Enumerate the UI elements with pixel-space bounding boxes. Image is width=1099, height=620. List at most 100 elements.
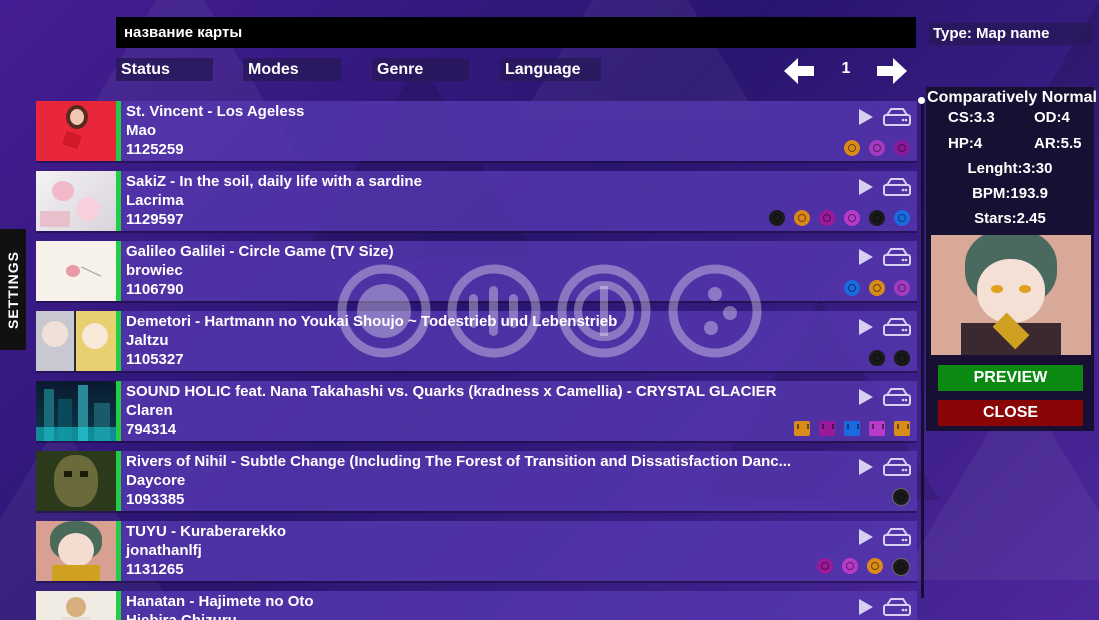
mania-difficulty-icon[interactable] <box>844 421 860 436</box>
language-filter-button[interactable]: Language <box>500 58 601 81</box>
beatmap-thumbnail <box>36 381 116 441</box>
catch-difficulty-icon[interactable] <box>869 210 885 226</box>
play-preview-icon[interactable] <box>859 459 873 475</box>
osu-difficulty-icon[interactable] <box>844 140 860 156</box>
osu-difficulty-icon[interactable] <box>892 488 910 506</box>
difficulty-name: Comparatively Normal <box>927 89 1097 106</box>
beatmap-thumbnail <box>36 521 116 581</box>
status-filter-button[interactable]: Status <box>116 58 213 81</box>
beatmap-title: TUYU - Kuraberarekko <box>126 523 287 540</box>
stat-stars: Stars:2.45 <box>974 210 1046 227</box>
osu-difficulty-icon[interactable] <box>894 140 910 156</box>
beatmap-row[interactable]: Demetori - Hartmann no Youkai Shoujo ~ T… <box>36 311 917 371</box>
beatmap-title: SakiZ - In the soil, daily life with a s… <box>126 173 422 190</box>
beatmap-row[interactable]: TUYU - Kuraberarekko jonathanlfj 1131265 <box>36 521 917 581</box>
catch-difficulty-icon[interactable] <box>894 210 910 226</box>
beatmap-id: 1093385 <box>126 491 185 508</box>
difficulty-list <box>769 210 910 226</box>
beatmap-title: Rivers of Nihil - Subtle Change (Includi… <box>126 453 792 470</box>
osu-difficulty-icon[interactable] <box>869 140 885 156</box>
search-field[interactable] <box>116 17 916 48</box>
beatmap-row[interactable]: SOUND HOLIC feat. Nana Takahashi vs. Qua… <box>36 381 917 441</box>
osu-difficulty-icon[interactable] <box>892 558 910 576</box>
beatmap-title: Demetori - Hartmann no Youkai Shoujo ~ T… <box>126 313 618 330</box>
catch-difficulty-icon[interactable] <box>844 210 860 226</box>
stat-ar: AR:5.5 <box>1034 135 1082 152</box>
osu-difficulty-icon[interactable] <box>869 280 885 296</box>
beatmap-thumbnail <box>36 241 116 301</box>
genre-filter-button[interactable]: Genre <box>372 58 469 81</box>
beatmap-mapper: browiec <box>126 262 183 279</box>
beatmap-mapper: jonathanlfj <box>126 542 202 559</box>
page-number: 1 <box>841 60 851 77</box>
stat-cs: CS:3.3 <box>948 109 995 126</box>
beatmap-thumbnail <box>36 311 116 371</box>
download-drive-icon[interactable] <box>883 248 911 266</box>
stat-bpm: BPM:193.9 <box>972 185 1048 202</box>
stat-length: Lenght:3:30 <box>967 160 1053 177</box>
beatmap-mapper: Jaltzu <box>126 332 169 349</box>
osu-difficulty-icon[interactable] <box>842 558 858 574</box>
play-preview-icon[interactable] <box>859 319 873 335</box>
download-drive-icon[interactable] <box>883 318 911 336</box>
play-preview-icon[interactable] <box>859 529 873 545</box>
download-drive-icon[interactable] <box>883 458 911 476</box>
beatmap-id: 1105327 <box>126 351 184 368</box>
osu-difficulty-icon[interactable] <box>817 558 833 574</box>
beatmap-row[interactable]: Rivers of Nihil - Subtle Change (Includi… <box>36 451 917 511</box>
beatmap-thumbnail <box>36 101 116 161</box>
taiko-difficulty-icon[interactable] <box>869 350 885 366</box>
beatmap-title: St. Vincent - Los Ageless <box>126 103 305 120</box>
stat-od: OD:4 <box>1034 109 1070 126</box>
beatmap-row[interactable]: SakiZ - In the soil, daily life with a s… <box>36 171 917 231</box>
difficulty-list <box>844 140 910 156</box>
beatmap-id: 1131265 <box>126 561 184 578</box>
download-drive-icon[interactable] <box>883 108 911 126</box>
beatmap-mapper: Hiebira Chizuru <box>126 611 917 620</box>
catch-difficulty-icon[interactable] <box>769 210 785 226</box>
play-preview-icon[interactable] <box>859 179 873 195</box>
difficulty-list <box>869 350 910 366</box>
beatmap-id: 1106790 <box>126 281 184 298</box>
catch-difficulty-icon[interactable] <box>794 210 810 226</box>
difficulty-list <box>892 488 910 506</box>
beatmap-row[interactable]: St. Vincent - Los Ageless Mao 1125259 <box>36 101 917 161</box>
mania-difficulty-icon[interactable] <box>894 421 910 436</box>
next-page-arrow-icon[interactable] <box>875 56 909 86</box>
beatmap-mapper: Mao <box>126 122 156 139</box>
preview-button[interactable]: PREVIEW <box>938 365 1083 391</box>
play-preview-icon[interactable] <box>859 599 873 615</box>
close-button[interactable]: CLOSE <box>938 400 1083 426</box>
download-drive-icon[interactable] <box>883 178 911 196</box>
mania-difficulty-icon[interactable] <box>869 421 885 436</box>
download-drive-icon[interactable] <box>883 388 911 406</box>
osu-difficulty-icon[interactable] <box>894 280 910 296</box>
beatmap-cover-image <box>931 235 1091 355</box>
catch-difficulty-icon[interactable] <box>819 210 835 226</box>
play-preview-icon[interactable] <box>859 389 873 405</box>
beatmap-list: St. Vincent - Los Ageless Mao 1125259 Sa… <box>36 101 917 620</box>
beatmap-mapper: Lacrima <box>126 192 184 209</box>
play-preview-icon[interactable] <box>859 109 873 125</box>
osu-difficulty-icon[interactable] <box>844 280 860 296</box>
download-drive-icon[interactable] <box>883 598 911 616</box>
beatmap-mapper: Claren <box>126 402 173 419</box>
osu-difficulty-icon[interactable] <box>867 558 883 574</box>
search-input[interactable] <box>122 23 910 42</box>
beatmap-row[interactable]: Galileo Galilei - Circle Game (TV Size) … <box>36 241 917 301</box>
search-type-label[interactable]: Type: Map name <box>929 23 1092 45</box>
mania-difficulty-icon[interactable] <box>794 421 810 436</box>
difficulty-list <box>794 421 910 436</box>
panel-connector-dot <box>918 97 925 104</box>
modes-filter-button[interactable]: Modes <box>243 58 341 81</box>
difficulty-list <box>844 280 910 296</box>
beatmap-thumbnail <box>36 171 116 231</box>
mania-difficulty-icon[interactable] <box>819 421 835 436</box>
beatmap-row[interactable]: Hanatan - Hajimete no Oto Hiebira Chizur… <box>36 591 917 620</box>
beatmap-thumbnail <box>36 591 116 620</box>
settings-tab[interactable]: SETTINGS <box>0 229 26 350</box>
play-preview-icon[interactable] <box>859 249 873 265</box>
taiko-difficulty-icon[interactable] <box>894 350 910 366</box>
previous-page-arrow-icon[interactable] <box>782 56 816 86</box>
download-drive-icon[interactable] <box>883 528 911 546</box>
